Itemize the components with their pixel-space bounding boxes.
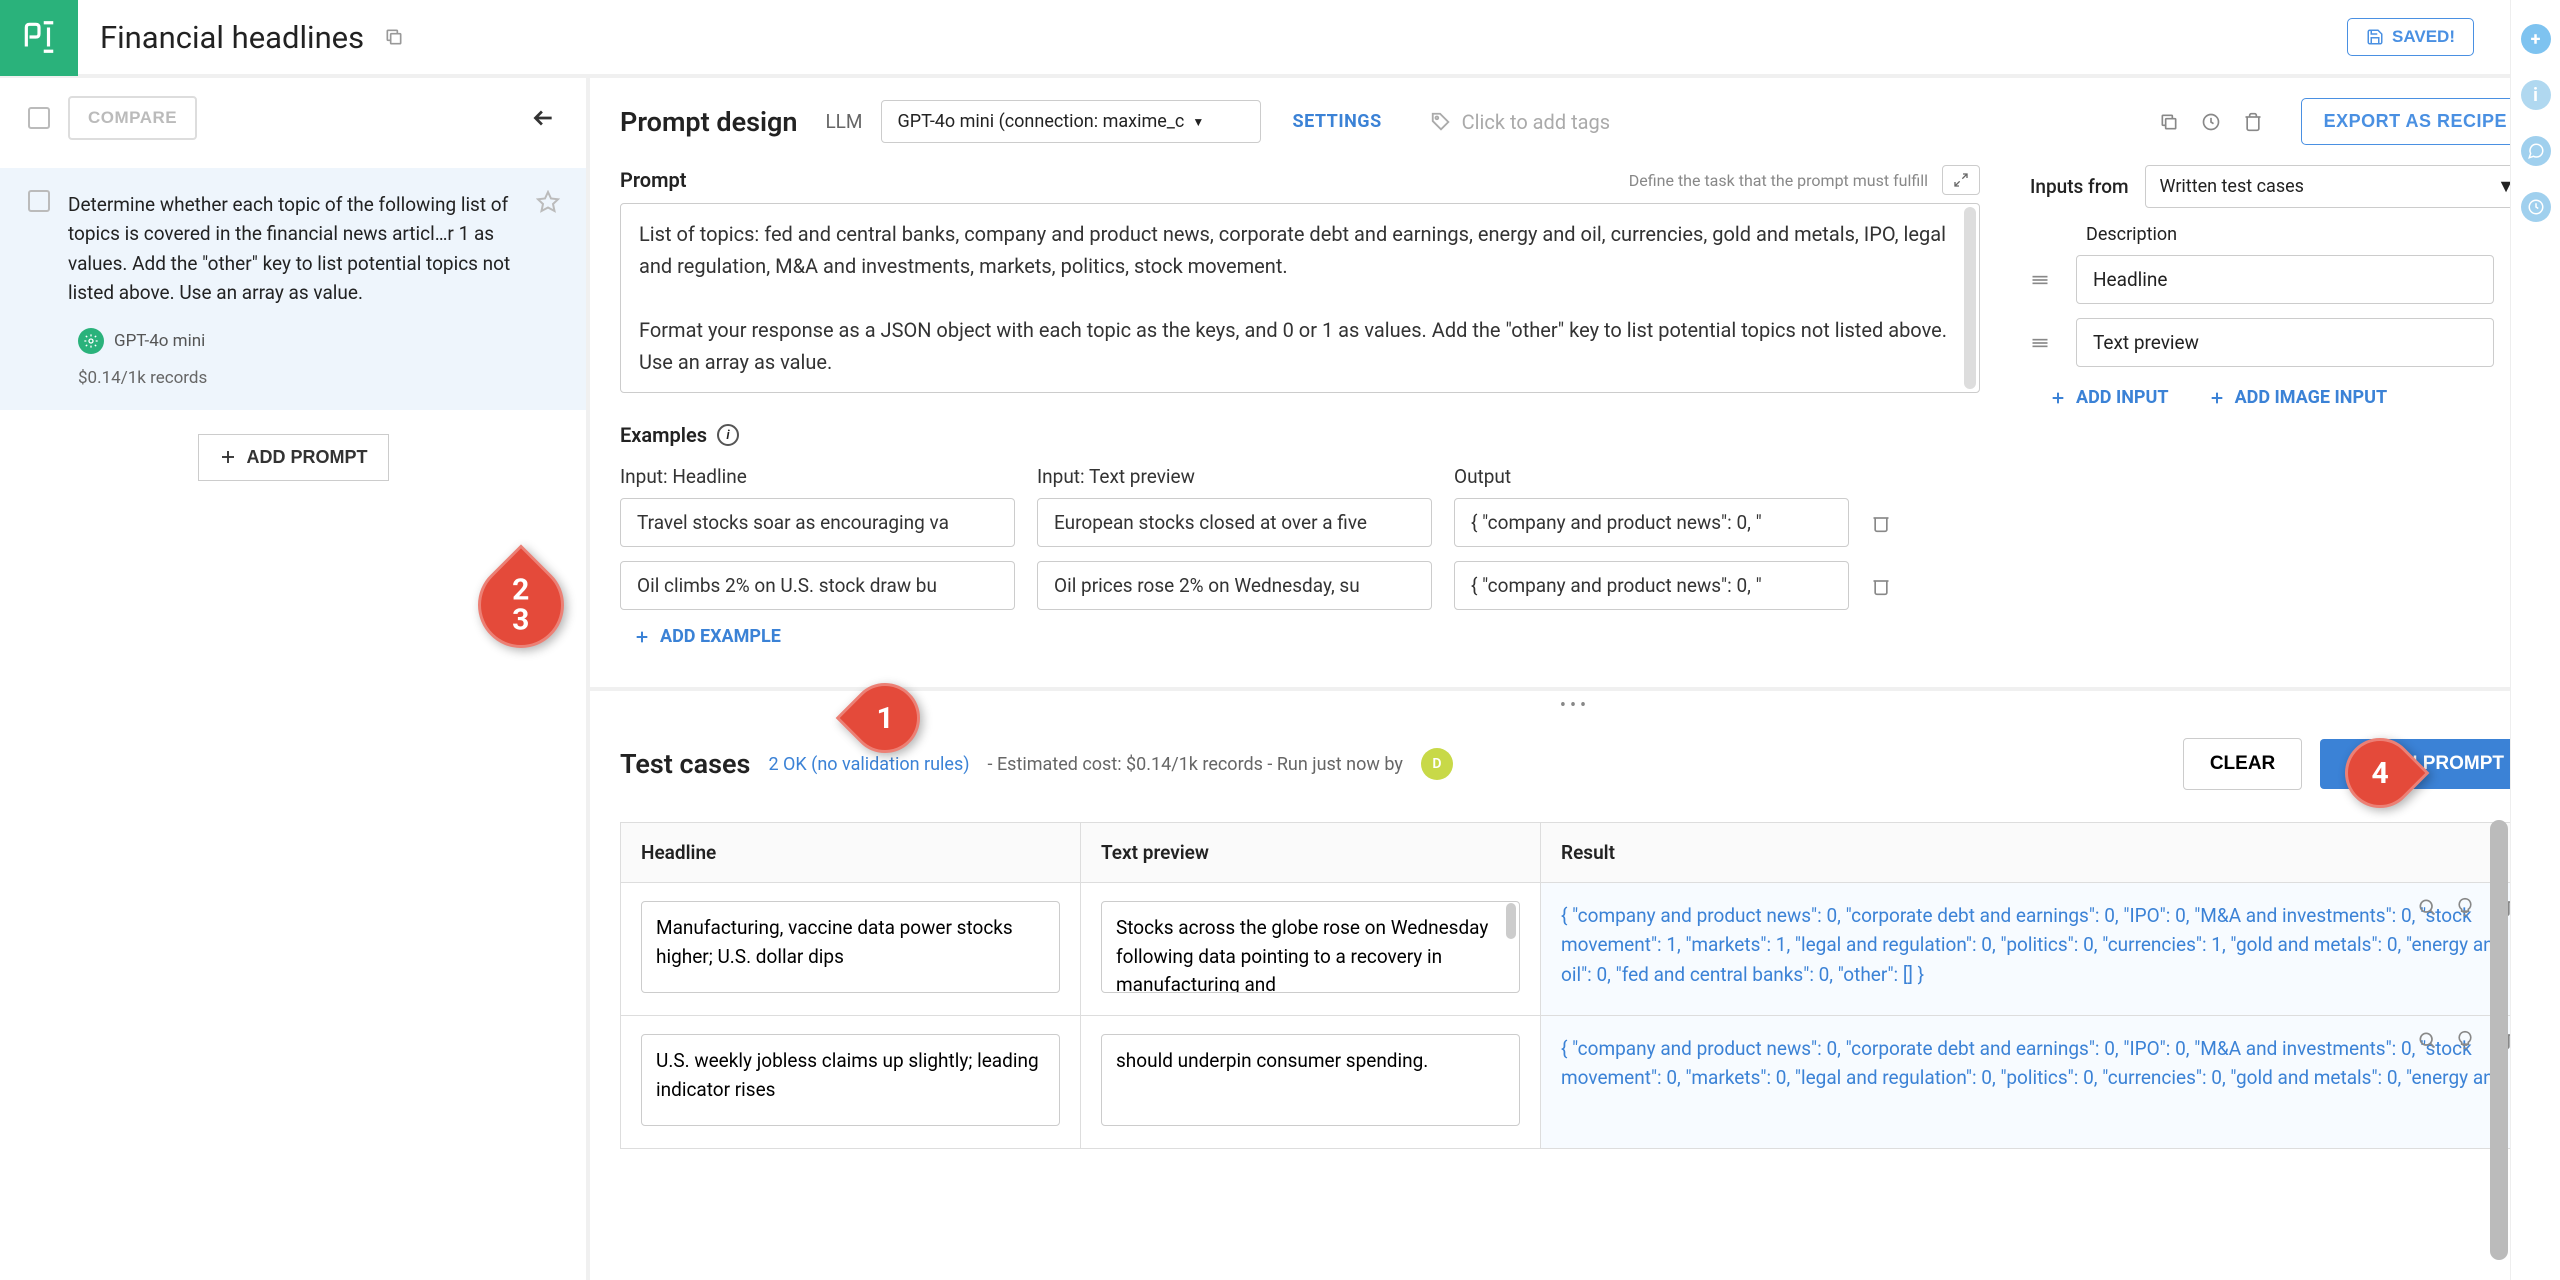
col-headline: Headline (621, 823, 1081, 882)
scrollbar[interactable] (1506, 903, 1516, 939)
example-cell[interactable]: Travel stocks soar as encouraging va (620, 498, 1015, 547)
input-field[interactable]: Text preview (2076, 318, 2494, 367)
result-cell: { "company and product news": 0, "corpor… (1541, 883, 2529, 1015)
scrollbar[interactable] (1964, 207, 1976, 389)
example-cell[interactable]: { "company and product news": 0, " (1454, 561, 1849, 610)
example-row: Travel stocks soar as encouraging va Eur… (620, 498, 1980, 547)
llm-label: LLM (825, 110, 862, 133)
headline-textarea[interactable] (641, 901, 1060, 993)
saved-button[interactable]: SAVED! (2347, 18, 2474, 56)
result-cell: { "company and product news": 0, "corpor… (1541, 1016, 2529, 1148)
inputs-from-select[interactable]: Written test cases ▼ (2145, 165, 2530, 208)
table-row: { "company and product news": 0, "corpor… (621, 1015, 2529, 1148)
example-header-headline: Input: Headline (620, 465, 1015, 488)
rail-info-icon[interactable]: i (2521, 80, 2551, 110)
trash-icon[interactable] (2243, 112, 2263, 132)
example-cell[interactable]: Oil prices rose 2% on Wednesday, su (1037, 561, 1432, 610)
history-icon[interactable] (2201, 112, 2221, 132)
tags-placeholder[interactable]: Click to add tags (1430, 110, 1610, 134)
select-all-checkbox[interactable] (28, 107, 50, 129)
example-row: Oil climbs 2% on U.S. stock draw bu Oil … (620, 561, 1980, 610)
avatar: D (1421, 748, 1453, 780)
trash-icon[interactable] (1871, 513, 1891, 533)
scrollbar[interactable] (2490, 820, 2508, 1260)
prompt-textarea[interactable]: List of topics: fed and central banks, c… (620, 203, 1980, 393)
model-cost: $0.14/1k records (78, 368, 560, 388)
detail-icon[interactable] (2417, 897, 2437, 917)
right-rail: + i (2510, 0, 2560, 1280)
add-prompt-button[interactable]: ADD PROMPT (198, 434, 389, 481)
example-header-output: Output (1454, 465, 1849, 488)
clear-button[interactable]: CLEAR (2183, 738, 2302, 790)
table-row: { "company and product news": 0, "corpor… (621, 882, 2529, 1015)
input-field[interactable]: Headline (2076, 255, 2494, 304)
define-text: Define the task that the prompt must ful… (1629, 171, 1928, 190)
add-example-button[interactable]: ADD EXAMPLE (634, 626, 1980, 647)
prompt-design-title: Prompt design (620, 106, 797, 138)
copy-icon[interactable] (384, 27, 404, 47)
drag-icon[interactable] (2030, 333, 2060, 353)
expand-icon[interactable] (1942, 165, 1980, 195)
preview-textarea[interactable] (1101, 901, 1520, 993)
rail-chat-icon[interactable] (2521, 136, 2551, 166)
star-icon[interactable] (536, 190, 560, 214)
test-cases-table: Headline Text preview Result { "company … (620, 822, 2530, 1149)
inputs-from-label: Inputs from (2030, 175, 2129, 198)
prompt-design-header: Prompt design LLM GPT-4o mini (connectio… (590, 78, 2560, 165)
detail-icon[interactable] (2417, 1030, 2437, 1050)
rail-history-icon[interactable] (2521, 192, 2551, 222)
preview-textarea[interactable] (1101, 1034, 1520, 1126)
col-text-preview: Text preview (1081, 823, 1541, 882)
test-cases-title: Test cases (620, 748, 750, 780)
estimated-cost: - Estimated cost: $0.14/1k records - Run… (988, 754, 1403, 775)
prompt-checkbox[interactable] (28, 190, 50, 212)
settings-link[interactable]: SETTINGS (1293, 111, 1382, 132)
example-cell[interactable]: { "company and product news": 0, " (1454, 498, 1849, 547)
rail-add-icon[interactable]: + (2521, 24, 2551, 54)
headline-textarea[interactable] (641, 1034, 1060, 1126)
app-logo (0, 0, 78, 76)
content: Prompt design LLM GPT-4o mini (connectio… (590, 78, 2560, 1280)
model-badge-icon (78, 328, 104, 354)
add-input-button[interactable]: ADD INPUT (2050, 387, 2169, 408)
bulb-icon[interactable] (2455, 897, 2475, 917)
input-item-row: Headline (2030, 255, 2530, 304)
example-header-preview: Input: Text preview (1037, 465, 1432, 488)
prompt-summary: Determine whether each topic of the foll… (68, 190, 518, 308)
examples-label: Examples (620, 423, 707, 447)
example-cell[interactable]: Oil climbs 2% on U.S. stock draw bu (620, 561, 1015, 610)
validation-link[interactable]: 2 OK (no validation rules) (768, 754, 969, 775)
add-image-input-button[interactable]: ADD IMAGE INPUT (2209, 387, 2388, 408)
prompt-section-label: Prompt (620, 168, 686, 192)
prompt-card[interactable]: Determine whether each topic of the foll… (0, 168, 586, 410)
copy-icon[interactable] (2159, 112, 2179, 132)
description-label: Description (2086, 224, 2530, 245)
model-name: GPT-4o mini (114, 331, 205, 351)
examples-grid: Input: Headline Input: Text preview Outp… (620, 465, 1980, 610)
trash-icon[interactable] (1871, 576, 1891, 596)
llm-select[interactable]: GPT-4o mini (connection: maxime_c ▼ (881, 100, 1261, 143)
example-cell[interactable]: European stocks closed at over a five (1037, 498, 1432, 547)
chevron-down-icon: ▼ (1192, 115, 1204, 129)
back-arrow-icon[interactable] (530, 105, 556, 131)
export-button[interactable]: EXPORT AS RECIPE (2301, 98, 2530, 145)
info-icon[interactable]: i (717, 424, 739, 446)
bulb-icon[interactable] (2455, 1030, 2475, 1050)
drag-icon[interactable] (2030, 270, 2060, 290)
app-header: Financial headlines SAVED! (0, 0, 2560, 78)
sidebar: COMPARE Determine whether each topic of … (0, 78, 590, 1280)
page-title: Financial headlines (100, 19, 364, 56)
input-item-row: Text preview (2030, 318, 2530, 367)
saved-label: SAVED! (2392, 27, 2455, 47)
col-result: Result (1541, 823, 2529, 882)
compare-button[interactable]: COMPARE (68, 96, 197, 140)
